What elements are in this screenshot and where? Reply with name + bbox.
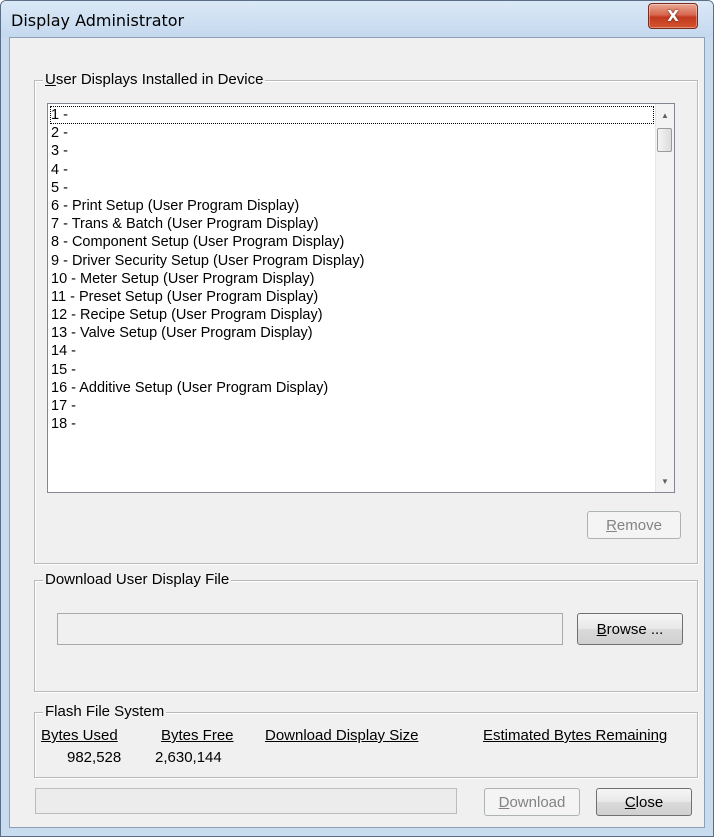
list-item[interactable]: 13 - Valve Setup (User Program Display) [50,324,654,342]
window-close-button[interactable]: X [648,3,698,29]
list-item[interactable]: 17 - [50,397,654,415]
list-item[interactable]: 9 - Driver Security Setup (User Program … [50,252,654,270]
flash-file-system-group: Flash File System Bytes Used Bytes Free … [34,703,698,778]
list-item[interactable]: 1 - [50,106,654,125]
download-button[interactable]: Download [484,788,580,816]
user-displays-group-label: User Displays Installed in Device [43,71,266,89]
dialog-window: Display Administrator X User Displays In… [0,0,714,837]
estimated-bytes-remaining-header: Estimated Bytes Remaining [483,727,668,744]
download-display-size-header: Download Display Size [265,727,419,744]
title-bar[interactable]: Display Administrator X [1,1,713,37]
remove-button[interactable]: Remove [587,511,681,539]
window-title: Display Administrator [11,11,185,30]
list-item[interactable]: 16 - Additive Setup (User Program Displa… [50,379,654,397]
scroll-up-arrow-icon[interactable]: ▲ [656,106,674,124]
user-displays-group: User Displays Installed in Device 1 -2 -… [34,71,698,564]
list-item[interactable]: 14 - [50,342,654,360]
list-item[interactable]: 11 - Preset Setup (User Program Display) [50,288,654,306]
download-file-group: Download User Display File Browse ... [34,571,698,692]
close-button[interactable]: Close [596,788,692,816]
bytes-used-header: Bytes Used [41,727,118,744]
download-progress-bar [35,788,457,814]
list-item[interactable]: 7 - Trans & Batch (User Program Display) [50,215,654,233]
user-displays-list: 1 -2 -3 -4 -5 -6 - Print Setup (User Pro… [50,106,654,433]
list-item[interactable]: 8 - Component Setup (User Program Displa… [50,233,654,251]
list-item[interactable]: 2 - [50,124,654,142]
browse-button[interactable]: Browse ... [577,613,683,645]
list-item[interactable]: 10 - Meter Setup (User Program Display) [50,270,654,288]
bytes-free-header: Bytes Free [161,727,234,744]
bytes-free-value: 2,630,144 [155,749,222,766]
bytes-used-value: 982,528 [67,749,122,766]
close-icon: X [667,7,679,25]
list-item[interactable]: 18 - [50,415,654,433]
list-item[interactable]: 15 - [50,361,654,379]
scrollbar-thumb[interactable] [657,128,672,152]
dialog-client-area: User Displays Installed in Device 1 -2 -… [9,37,705,828]
list-item[interactable]: 6 - Print Setup (User Program Display) [50,197,654,215]
download-file-path-field[interactable] [57,613,563,645]
listbox-scrollbar[interactable]: ▲ ▼ [655,104,674,492]
scroll-down-arrow-icon[interactable]: ▼ [656,472,674,490]
list-item[interactable]: 3 - [50,142,654,160]
list-item[interactable]: 4 - [50,161,654,179]
flash-group-label: Flash File System [43,703,167,721]
list-item[interactable]: 12 - Recipe Setup (User Program Display) [50,306,654,324]
download-file-group-label: Download User Display File [43,571,232,589]
user-displays-listbox[interactable]: 1 -2 -3 -4 -5 -6 - Print Setup (User Pro… [47,103,675,493]
list-item[interactable]: 5 - [50,179,654,197]
